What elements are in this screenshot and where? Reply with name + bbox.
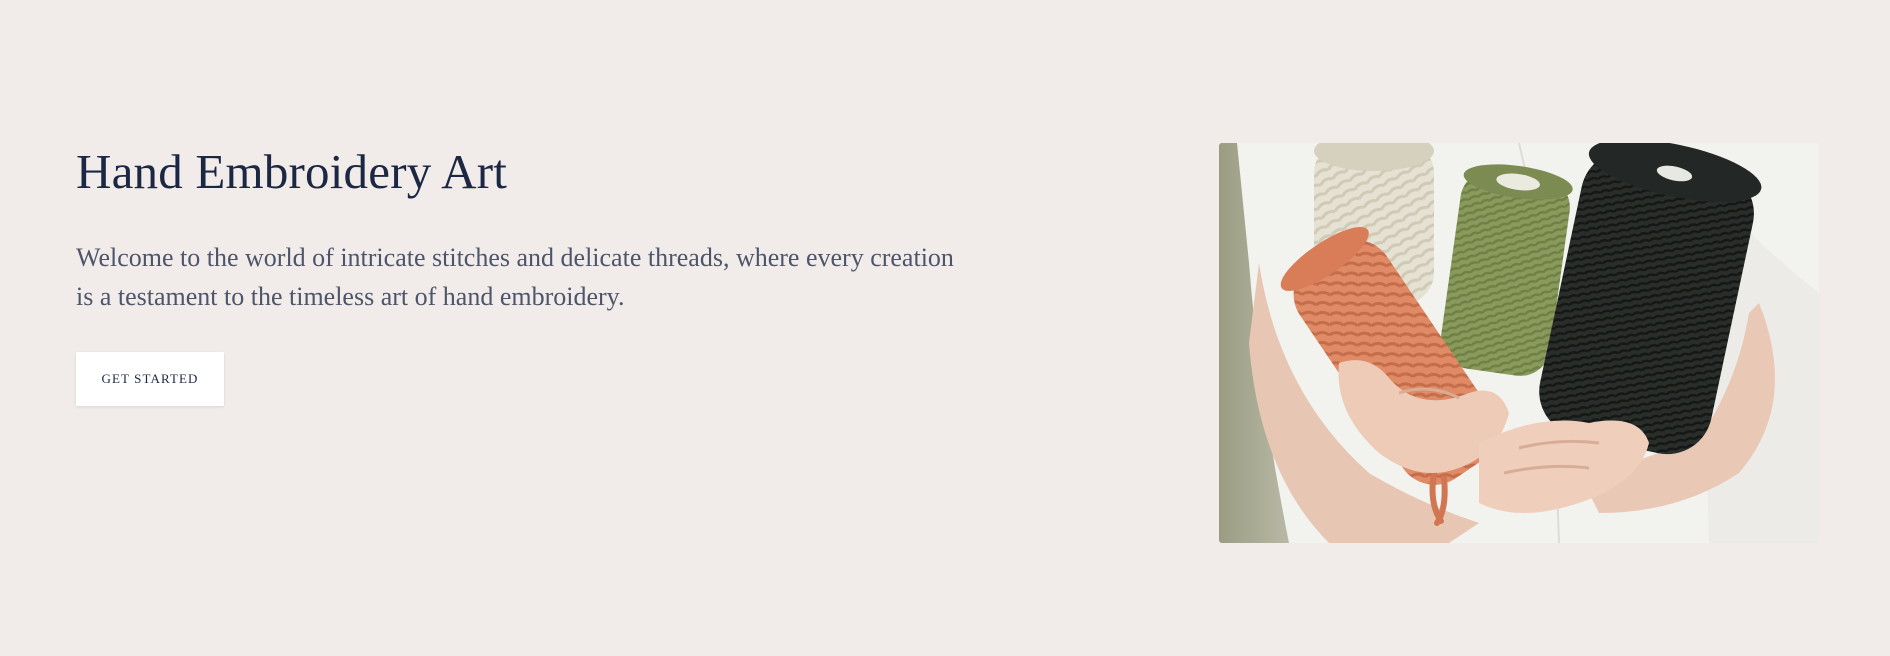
- hero-title: Hand Embroidery Art: [76, 144, 508, 199]
- thread-spools-photo: [1219, 143, 1819, 543]
- hero-section: Hand Embroidery Art Welcome to the world…: [0, 0, 1890, 656]
- hero-text-block: Hand Embroidery Art Welcome to the world…: [76, 142, 976, 406]
- hero-description: Welcome to the world of intricate stitch…: [76, 243, 954, 311]
- get-started-button[interactable]: GET STARTED: [76, 352, 224, 406]
- hero-image: [1219, 143, 1819, 543]
